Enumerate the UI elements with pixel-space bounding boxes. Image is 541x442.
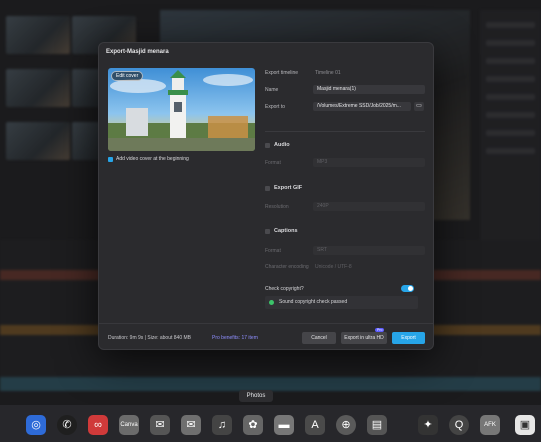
timeline-track	[0, 377, 541, 391]
whatsapp-icon[interactable]: ✆	[57, 415, 77, 435]
gif-resolution-label: Resolution	[265, 204, 289, 210]
export-timeline-value: Timeline 01	[315, 70, 341, 76]
safari-icon[interactable]: ◎	[26, 415, 46, 435]
copyright-toggle[interactable]	[401, 285, 414, 292]
messages-icon[interactable]: ✉	[181, 415, 201, 435]
add-cover-checkbox[interactable]	[108, 157, 113, 162]
mail-icon[interactable]: ✉	[150, 415, 170, 435]
gif-checkbox[interactable]	[265, 186, 270, 191]
dialog-title: Export-Masjid menara	[106, 49, 169, 55]
chrome-icon[interactable]: ⊕	[336, 415, 356, 435]
captions-section-title: Captions	[274, 228, 298, 234]
export-button[interactable]: Export	[392, 332, 425, 344]
finder-icon[interactable]: ▬	[274, 415, 294, 435]
pro-benefits-link[interactable]: Pro benefits: 17 item	[212, 335, 258, 341]
gif-resolution-select[interactable]: 240P	[313, 202, 425, 211]
export-dialog: Export-Masjid menara Edit cover Add vide…	[98, 42, 434, 350]
captions-encoding-value: Unicode / UTF-8	[315, 264, 352, 270]
export-timeline-label: Export timeline	[265, 70, 299, 76]
afk-icon[interactable]: AFK	[480, 415, 500, 435]
name-input[interactable]: Masjid menara(1)	[313, 85, 425, 94]
inspector-panel	[480, 10, 541, 240]
add-cover-label: Add video cover at the beginning	[116, 156, 189, 162]
copyright-status-text: Sound copyright check passed	[279, 299, 348, 305]
cancel-button[interactable]: Cancel	[302, 332, 336, 344]
copyright-label: Check copyright?	[265, 286, 304, 292]
dialog-footer: Duration: 9m 9s | Size: about 840 MB Pro…	[99, 323, 433, 350]
captions-checkbox[interactable]	[265, 229, 270, 234]
canva-icon[interactable]: Canva	[119, 415, 139, 435]
copyright-status: Sound copyright check passed	[265, 296, 418, 309]
captions-encoding-label: Character encoding	[265, 264, 309, 270]
captions-format-select[interactable]: SRT	[313, 246, 425, 255]
preview-icon[interactable]: ▣	[515, 415, 535, 435]
dock-tooltip: Photos	[239, 390, 273, 402]
divider	[265, 131, 425, 132]
quicktime-icon[interactable]: Q	[449, 415, 469, 435]
name-label: Name	[265, 87, 279, 93]
bulb-icon[interactable]: ✦	[418, 415, 438, 435]
audio-format-select[interactable]: MP3	[313, 158, 425, 167]
export-to-label: Export to	[265, 104, 286, 110]
appstore-icon[interactable]: A	[305, 415, 325, 435]
captions-format-label: Format	[265, 248, 281, 254]
duration-size-text: Duration: 9m 9s | Size: about 840 MB	[108, 335, 192, 341]
dock: ◎ ✆ ∞ Canva ✉ ✉ ♫ ✿ ▬ A ⊕ ▤ ✦ Q AFK ▣	[0, 405, 541, 442]
folder-icon[interactable]: ▭	[414, 102, 424, 111]
check-icon	[269, 300, 274, 305]
notes-icon[interactable]: ▤	[367, 415, 387, 435]
export-path-input[interactable]: /Volumes/Extreme SSD/Job/2025/m...	[313, 102, 411, 111]
audio-checkbox[interactable]	[265, 143, 270, 148]
audio-section-title: Audio	[274, 142, 290, 148]
pro-badge: Pro	[375, 328, 385, 332]
gif-section-title: Export GIF	[274, 185, 303, 191]
audio-format-label: Format	[265, 160, 281, 166]
music-icon[interactable]: ♫	[212, 415, 232, 435]
video-cover[interactable]: Edit cover	[108, 68, 255, 151]
edit-cover-button[interactable]: Edit cover	[111, 71, 144, 81]
export-ultra-hd-button[interactable]: Export in ultra HD	[341, 332, 387, 344]
settings-icon[interactable]: ✿	[243, 415, 263, 435]
creative-cloud-icon[interactable]: ∞	[88, 415, 108, 435]
